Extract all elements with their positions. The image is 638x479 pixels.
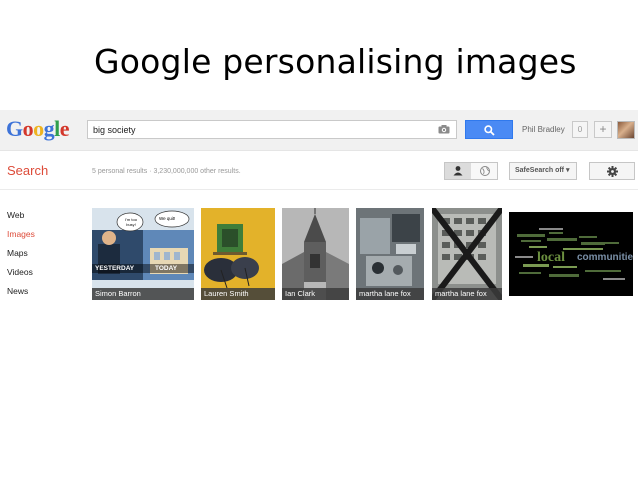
image-caption: martha lane fox: [356, 288, 424, 300]
search-label: Search: [7, 163, 49, 178]
globe-icon: [480, 166, 490, 176]
image-result[interactable]: I'm too busy! We quit! YESTERDAY TODAY S…: [92, 208, 194, 300]
share-button[interactable]: +: [594, 121, 612, 138]
equipment-thumbnail: [356, 208, 424, 300]
gear-icon: [607, 166, 618, 177]
image-caption: martha lane fox: [432, 288, 502, 300]
user-name-link[interactable]: Phil Bradley: [522, 125, 565, 134]
overlay-yesterday: YESTERDAY: [95, 265, 135, 272]
personal-results-button[interactable]: [445, 163, 471, 179]
camera-icon[interactable]: [438, 125, 450, 134]
image-result[interactable]: martha lane fox: [432, 208, 502, 300]
word-cloud-local: local: [537, 250, 565, 265]
google-screenshot: Google Phil Bradley 0 + Search 5 persona…: [0, 110, 638, 310]
global-results-button[interactable]: [472, 163, 498, 179]
avatar[interactable]: [617, 121, 635, 139]
image-result[interactable]: local communities: [509, 212, 633, 296]
result-stats: 5 personal results · 3,230,000,000 other…: [92, 168, 241, 175]
personal-results-toggle: [444, 162, 498, 180]
cartoon-thumbnail: [92, 208, 194, 300]
speech-bubble-right: We quit!: [159, 216, 176, 221]
logo-letter: e: [59, 116, 70, 141]
search-button[interactable]: [465, 120, 513, 139]
logo-letter: g: [43, 116, 55, 141]
nav-news[interactable]: News: [7, 286, 28, 296]
notification-count[interactable]: 0: [572, 121, 588, 138]
person-icon: [453, 166, 463, 176]
church-thumbnail: [282, 208, 349, 300]
safesearch-dropdown[interactable]: SafeSearch off ▾: [509, 162, 577, 180]
logo-letter: o: [22, 116, 34, 141]
slide-title: Google personalising images: [94, 42, 577, 81]
search-input[interactable]: [93, 123, 423, 137]
nav-images[interactable]: Images: [7, 229, 35, 239]
building-thumbnail: [432, 208, 502, 300]
image-result[interactable]: martha lane fox: [356, 208, 424, 300]
nav-videos[interactable]: Videos: [7, 267, 33, 277]
top-bar: Google Phil Bradley 0 +: [0, 110, 638, 151]
image-caption: Simon Barron: [92, 288, 194, 300]
google-logo[interactable]: Google: [6, 116, 70, 142]
logo-letter: o: [33, 116, 44, 141]
image-caption: Ian Clark: [282, 288, 349, 300]
settings-button[interactable]: [589, 162, 635, 180]
nav-web[interactable]: Web: [7, 210, 24, 220]
sub-bar: Search 5 personal results · 3,230,000,00…: [0, 151, 638, 190]
logo-letter: G: [6, 116, 23, 141]
word-cloud-communities: communities: [577, 252, 633, 263]
nav-maps[interactable]: Maps: [7, 248, 28, 258]
image-result[interactable]: Lauren Smith: [201, 208, 275, 300]
magnifier-icon: [484, 125, 495, 136]
umbrella-thumbnail: [201, 208, 275, 300]
search-box: [87, 120, 457, 139]
image-result[interactable]: Ian Clark: [282, 208, 349, 300]
image-caption: Lauren Smith: [201, 288, 275, 300]
speech-bubble-left: I'm too busy!: [125, 217, 137, 227]
overlay-today: TODAY: [155, 265, 178, 272]
